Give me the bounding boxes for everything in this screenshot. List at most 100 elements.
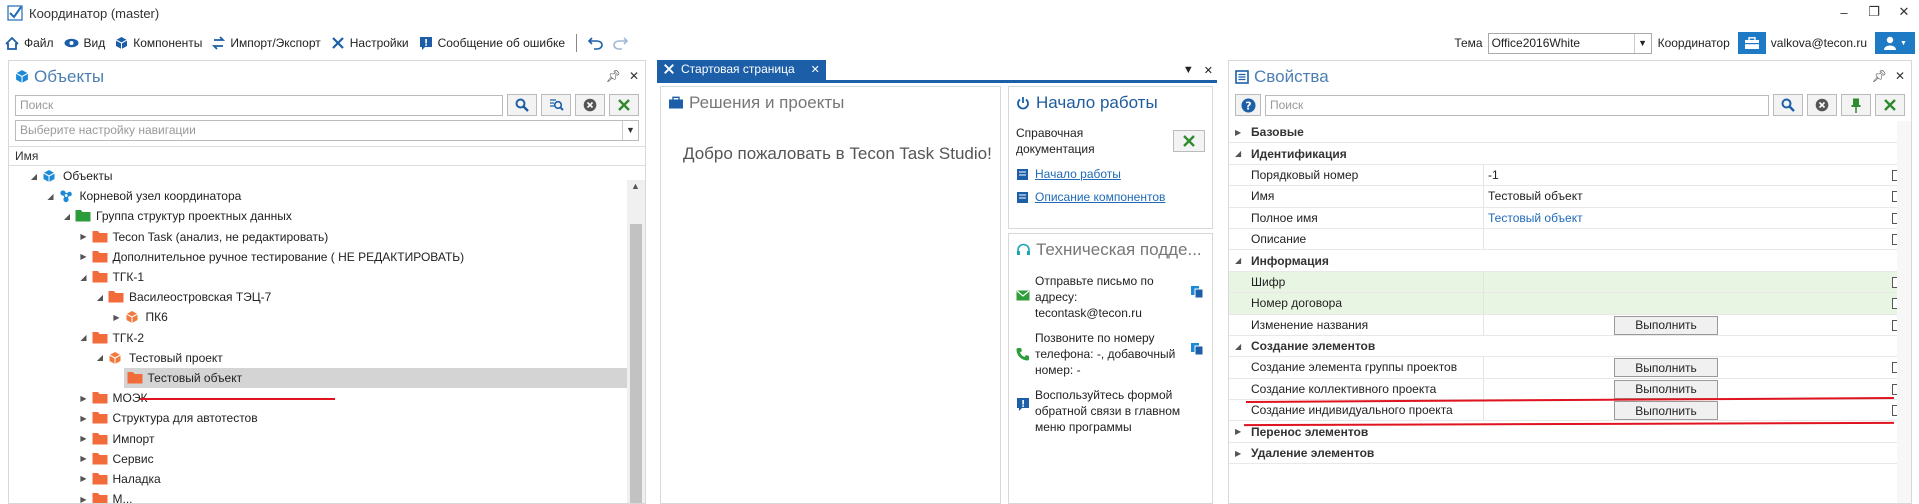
copy-icon[interactable] — [1190, 342, 1204, 356]
tree-scrollbar[interactable]: ▲ — [627, 180, 645, 503]
search-button[interactable] — [1773, 94, 1803, 116]
execute-button[interactable]: Выполнить — [1614, 401, 1718, 421]
property-value[interactable]: Выполнить — [1484, 400, 1911, 421]
menu-settings[interactable]: Настройки — [326, 31, 414, 55]
tree-item[interactable]: ▶ Сервис — [9, 449, 629, 469]
tree-item[interactable]: ◢ Корневой узел координатора — [9, 186, 629, 206]
minimize-button[interactable]: ‒ — [1829, 0, 1859, 24]
clear-search-button[interactable] — [1807, 94, 1837, 116]
close-button[interactable]: ✕ — [1889, 0, 1919, 24]
menu-components[interactable]: Компоненты — [110, 31, 207, 55]
objects-search-input[interactable]: Поиск — [15, 94, 503, 116]
collapsed-arrow-icon[interactable]: ▶ — [79, 414, 89, 423]
property-category[interactable]: ◢ Идентификация — [1229, 143, 1911, 165]
collapsed-arrow-icon[interactable]: ▶ — [1235, 449, 1247, 458]
menu-report-error[interactable]: Сообщение об ошибке — [414, 31, 570, 55]
expanded-arrow-icon[interactable]: ◢ — [95, 353, 105, 362]
execute-button[interactable]: Выполнить — [1614, 358, 1718, 378]
close-icon[interactable]: ✕ — [1204, 64, 1213, 77]
menu-import-export[interactable]: Импорт/Экспорт — [207, 31, 325, 55]
expanded-arrow-icon[interactable]: ◢ — [46, 192, 56, 201]
property-category[interactable]: ◢ Информация — [1229, 250, 1911, 272]
property-value[interactable]: Тестовый объект — [1484, 186, 1911, 206]
scroll-thumb[interactable] — [630, 224, 642, 503]
tree-item[interactable]: ◢ Группа структур проектных данных — [9, 206, 629, 226]
clear-search-button[interactable] — [575, 94, 605, 116]
property-value[interactable] — [1484, 293, 1911, 314]
property-value[interactable]: -1 — [1484, 165, 1911, 185]
restore-button[interactable]: ❐ — [1859, 0, 1889, 24]
tree-item[interactable]: Тестовый объект — [123, 367, 629, 389]
navigation-select[interactable]: Выберите настройку навигации ▼ — [15, 119, 639, 141]
help-button[interactable]: ? — [1235, 94, 1261, 116]
property-value[interactable]: Выполнить — [1484, 315, 1911, 335]
tree-item[interactable]: ▶ ПК6 — [9, 307, 629, 327]
tree-column-header[interactable]: Имя — [9, 146, 645, 166]
expanded-arrow-icon[interactable]: ◢ — [79, 333, 89, 342]
docs-settings-button[interactable] — [1173, 130, 1205, 152]
tree-item[interactable]: ◢ ТГК-2 — [9, 328, 629, 348]
collapsed-arrow-icon[interactable]: ▶ — [79, 454, 89, 463]
tree-item[interactable]: ▶ Дополнительное ручное тестирование ( НЕ… — [9, 247, 629, 267]
pin-icon[interactable]: 📌︎ — [1872, 69, 1887, 83]
search-button[interactable] — [507, 94, 537, 116]
close-icon[interactable]: ✕ — [629, 69, 639, 83]
execute-button[interactable]: Выполнить — [1614, 315, 1718, 335]
collapsed-arrow-icon[interactable]: ▶ — [79, 474, 89, 483]
tree-item[interactable]: ◢ Объекты — [9, 166, 629, 186]
collapsed-arrow-icon[interactable]: ▶ — [79, 394, 89, 403]
pin-properties-button[interactable] — [1841, 94, 1871, 116]
link-components[interactable]: Описание компонентов — [1035, 190, 1165, 204]
expanded-arrow-icon[interactable]: ◢ — [62, 212, 72, 221]
close-icon[interactable]: ✕ — [1895, 69, 1905, 83]
collapsed-arrow-icon[interactable]: ▶ — [79, 495, 89, 503]
tab-list-icon[interactable]: ▼ — [1183, 64, 1194, 77]
expanded-arrow-icon[interactable]: ◢ — [29, 172, 39, 181]
menu-view[interactable]: Вид — [59, 31, 111, 55]
expanded-arrow-icon[interactable]: ◢ — [1235, 149, 1247, 158]
tree-item[interactable]: ◢ Тестовый проект — [9, 348, 629, 368]
link-getting-started[interactable]: Начало работы — [1035, 167, 1121, 181]
tab-start-page[interactable]: Стартовая страница ✕ — [657, 60, 826, 80]
objects-settings-button[interactable] — [609, 94, 639, 116]
menu-file[interactable]: Файл — [0, 31, 59, 55]
property-value[interactable] — [1484, 271, 1911, 293]
tree-item[interactable]: ▶ М... — [9, 489, 629, 503]
collapsed-arrow-icon[interactable]: ▶ — [1235, 128, 1247, 137]
tree-item[interactable]: ▶ Tecon Task (анализ, не редактировать) — [9, 227, 629, 247]
collapsed-arrow-icon[interactable]: ▶ — [1235, 427, 1247, 436]
property-value[interactable]: Тестовый объект — [1484, 208, 1911, 228]
expanded-arrow-icon[interactable]: ◢ — [95, 293, 105, 302]
properties-scrollbar[interactable] — [1897, 121, 1911, 503]
briefcase-button[interactable] — [1737, 32, 1766, 54]
close-tab-icon[interactable]: ✕ — [811, 63, 820, 76]
tree-item[interactable]: ▶ Наладка — [9, 469, 629, 489]
property-category[interactable]: ▶ Базовые — [1229, 122, 1911, 144]
tree-item[interactable]: ◢ ТГК-1 — [9, 267, 629, 287]
user-menu-button[interactable]: ▼ — [1875, 32, 1915, 54]
collapsed-arrow-icon[interactable]: ▶ — [112, 313, 122, 322]
expanded-arrow-icon[interactable]: ◢ — [79, 273, 89, 282]
property-category[interactable]: ◢ Создание элементов — [1229, 335, 1911, 358]
pin-icon[interactable]: 📌︎ — [606, 69, 621, 83]
redo-button[interactable] — [613, 31, 638, 55]
expanded-arrow-icon[interactable]: ◢ — [1235, 256, 1247, 265]
properties-settings-button[interactable] — [1875, 94, 1905, 116]
collapsed-arrow-icon[interactable]: ▶ — [79, 434, 89, 443]
property-value[interactable] — [1484, 229, 1911, 249]
expanded-arrow-icon[interactable]: ◢ — [1235, 342, 1247, 351]
search-list-button[interactable] — [541, 94, 571, 116]
properties-search-input[interactable]: Поиск — [1265, 94, 1769, 116]
collapsed-arrow-icon[interactable]: ▶ — [79, 232, 89, 241]
undo-button[interactable] — [583, 31, 613, 55]
property-category[interactable]: ▶ Удаление элементов — [1229, 442, 1911, 465]
tree-item[interactable]: ◢ Василеостровская ТЭЦ-7 — [9, 287, 629, 307]
tree-item[interactable]: ▶ Импорт — [9, 428, 629, 448]
theme-select[interactable]: Office2016White ▼ — [1487, 32, 1652, 54]
property-value[interactable]: Выполнить — [1484, 357, 1911, 378]
scroll-up-arrow[interactable]: ▲ — [631, 181, 640, 191]
collapsed-arrow-icon[interactable]: ▶ — [79, 252, 89, 261]
copy-icon[interactable] — [1190, 285, 1204, 299]
property-value[interactable]: Выполнить — [1484, 379, 1911, 399]
tree-item[interactable]: ▶ Структура для автотестов — [9, 408, 629, 428]
